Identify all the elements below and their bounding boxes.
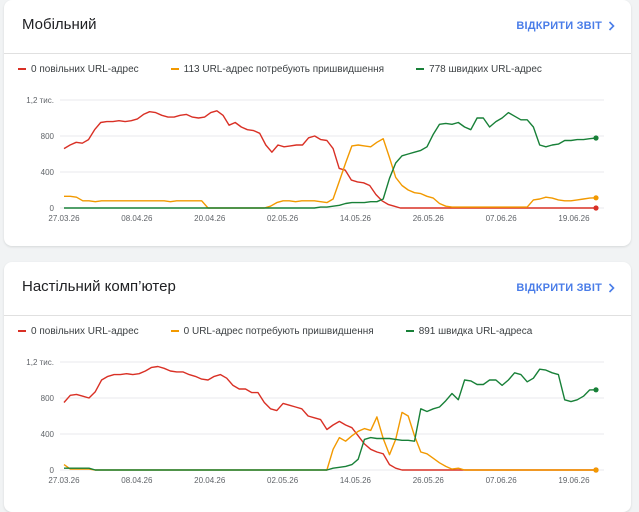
card-title: Настільний комп’ютер [22,278,176,295]
x-tick-label: 27.03.26 [48,214,80,223]
mobile-line-chart: 0 400 800 1,2 тис. 27.03.26 08.04.26 20.04.26 0… [26,96,604,223]
y-tick-label: 1,2 тис. [26,96,54,105]
series-end-point-needs-improvement [593,195,599,201]
chevron-right-icon [608,21,615,31]
open-report-link[interactable]: ВІДКРИТИ ЗВІТ [516,282,615,294]
series-line-slow [63,365,596,471]
series-line-needs-improvement [63,411,596,471]
x-tick-label: 19.06.26 [558,476,590,485]
series-end-point-fast [593,135,599,141]
y-tick-label: 400 [41,430,55,439]
legend-swatch-needs-improvement [170,68,179,70]
x-tick-label: 26.05.26 [413,476,445,485]
legend-swatch-slow [18,68,26,70]
series-line-slow [63,110,596,209]
series-end-point-needs-improvement [593,467,599,473]
legend-label-fast: 778 швидких URL-адрес [429,63,542,75]
y-tick-label: 400 [41,168,55,177]
y-tick-label: 800 [41,132,55,141]
x-tick-label: 07.06.26 [486,214,518,223]
desktop-line-chart: 0 400 800 1,2 тис. 27.03.26 08.04.26 20.04.26 0… [26,358,604,485]
x-tick-label: 02.05.26 [267,476,299,485]
chart-legend: 0 повільних URL-адрес 113 URL-адрес потр… [18,62,574,76]
legend-label-slow: 0 повільних URL-адрес [31,325,139,337]
legend-item-needs-improvement[interactable]: 113 URL-адрес потребують пришвидшення [170,63,385,75]
series-line-fast [64,368,597,471]
x-tick-label: 19.06.26 [558,214,590,223]
series-end-point-slow [593,205,599,211]
x-tick-label: 02.05.26 [267,214,299,223]
legend-swatch-slow [18,330,26,332]
legend-item-fast[interactable]: 778 швидких URL-адрес [416,64,542,75]
open-report-link[interactable]: ВІДКРИТИ ЗВІТ [516,20,615,32]
series-end-point-fast [593,387,599,393]
legend-item-slow[interactable]: 0 повільних URL-адрес [18,64,139,75]
legend-item-needs-improvement[interactable]: 0 URL-адрес потребують пришвидшення [170,325,374,337]
legend-swatch-fast [416,68,425,70]
chart-legend: 0 повільних URL-адрес 0 URL-адрес потреб… [18,324,564,338]
x-tick-label: 14.05.26 [340,214,372,223]
y-tick-label: 800 [41,394,55,403]
x-tick-label: 20.04.26 [194,214,226,223]
x-tick-label: 08.04.26 [121,476,153,485]
x-tick-label: 07.06.26 [486,476,518,485]
series-line-fast [64,111,597,209]
y-tick-label: 1,2 тис. [26,358,54,367]
legend-label-needs-improvement: 0 URL-адрес потребують пришвидшення [183,325,374,337]
x-tick-label: 26.05.26 [413,214,445,223]
legend-label-fast: 891 швидка URL-адреса [418,325,533,337]
series-line-needs-improvement [64,138,597,209]
x-tick-label: 14.05.26 [340,476,372,485]
card-header: Мобільний ВІДКРИТИ ЗВІТ [4,0,631,54]
legend-label-slow: 0 повільних URL-адрес [31,63,139,75]
open-report-label: ВІДКРИТИ ЗВІТ [516,20,602,32]
mobile-card: Мобільний ВІДКРИТИ ЗВІТ 0 повільних URL-… [4,0,631,246]
y-tick-label: 0 [50,204,55,213]
legend-swatch-fast [405,330,414,332]
y-tick-label: 0 [50,466,55,475]
legend-label-needs-improvement: 113 URL-адрес потребують пришвидшення [183,63,385,75]
legend-item-slow[interactable]: 0 повільних URL-адрес [18,326,139,337]
desktop-card: Настільний комп’ютер ВІДКРИТИ ЗВІТ 0 пов… [4,262,631,512]
open-report-label: ВІДКРИТИ ЗВІТ [516,282,602,294]
chevron-right-icon [608,283,615,293]
card-title: Мобільний [22,16,97,33]
card-header: Настільний комп’ютер ВІДКРИТИ ЗВІТ [4,262,631,316]
legend-item-fast[interactable]: 891 швидка URL-адреса [405,325,533,337]
x-tick-label: 20.04.26 [194,476,226,485]
x-tick-label: 08.04.26 [121,214,153,223]
x-tick-label: 27.03.26 [48,476,80,485]
legend-swatch-needs-improvement [170,330,179,332]
